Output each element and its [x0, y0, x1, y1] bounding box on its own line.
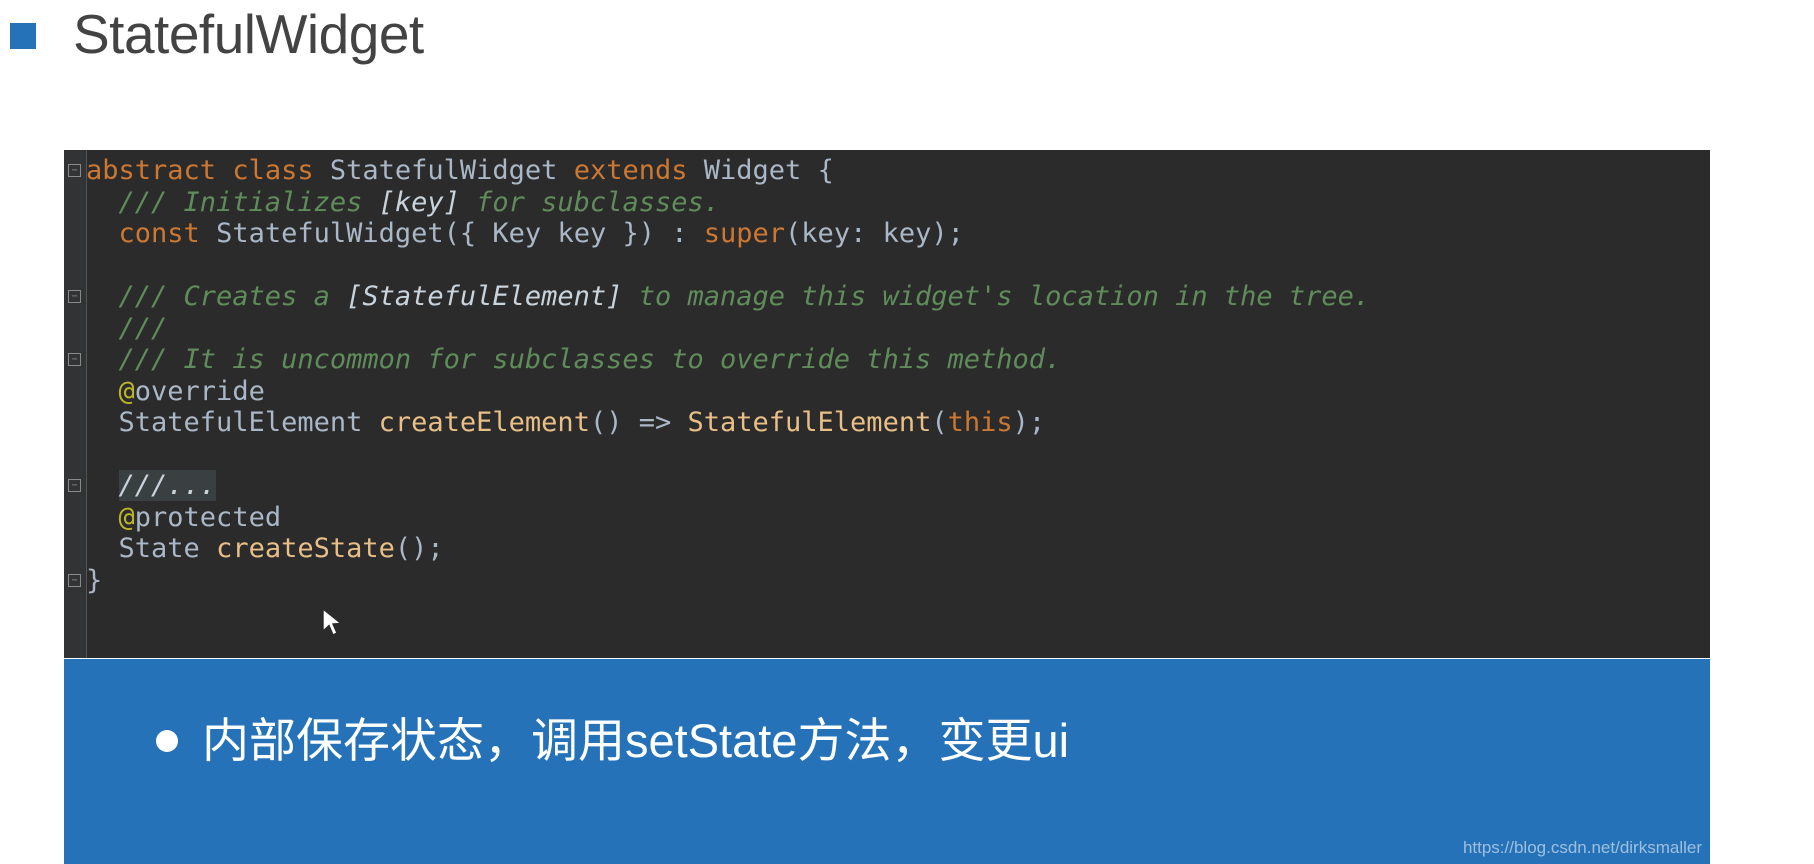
- code-token: StatefulElement: [118, 407, 363, 438]
- code-token: {: [801, 155, 834, 186]
- watermark-text: https://blog.csdn.net/dirksmaller: [1462, 838, 1702, 857]
- code-token: abstract: [86, 155, 217, 186]
- code-token: }: [86, 564, 103, 596]
- code-block[interactable]: − − − − − abstract class StatefulWidget exte…: [64, 150, 1710, 658]
- code-line: ///: [86, 313, 1710, 345]
- code-token: ({: [443, 218, 493, 249]
- code-fold-icon[interactable]: −: [68, 290, 81, 303]
- code-token: const: [118, 218, 200, 249]
- code-line: State createState();: [86, 533, 1710, 565]
- code-token: () =>: [589, 407, 688, 438]
- code-token: [StatefulElement]: [346, 281, 623, 312]
- code-line: abstract class StatefulWidget extends Wi…: [86, 155, 1710, 187]
- code-token: State: [118, 533, 200, 564]
- code-token: class: [232, 155, 314, 186]
- code-fold-icon[interactable]: −: [68, 353, 81, 366]
- code-token: ///: [86, 312, 168, 344]
- code-token: ();: [394, 533, 444, 564]
- banner-text: 内部保存状态，调用setState方法，变更ui: [202, 714, 1070, 767]
- banner-bullet-row: 内部保存状态，调用setState方法，变更ui: [156, 715, 1069, 767]
- code-token: StatefulWidget: [329, 155, 558, 186]
- code-fold-gutter[interactable]: − − − − −: [64, 150, 87, 658]
- bullet-point-icon: [156, 729, 178, 752]
- code-fold-icon[interactable]: −: [68, 479, 81, 492]
- code-fold-icon[interactable]: −: [68, 164, 81, 177]
- code-token: @: [86, 375, 135, 407]
- code-token: ///...: [118, 470, 217, 501]
- code-line: ///...: [86, 470, 1710, 502]
- code-token: (: [931, 407, 948, 438]
- code-token: );: [1012, 407, 1046, 438]
- code-token: (key: key);: [785, 218, 964, 249]
- code-token: extends: [573, 155, 688, 186]
- code-line: const StatefulWidget({ Key key }) : supe…: [86, 218, 1710, 250]
- code-token: StatefulWidget: [216, 218, 444, 249]
- title-bullet-icon: [10, 23, 36, 49]
- code-token: Key: [492, 218, 542, 249]
- code-line: StatefulElement createElement() => State…: [86, 407, 1710, 439]
- code-line: }: [86, 565, 1710, 597]
- code-token: /// It is uncommon for subclasses to ove…: [86, 344, 1062, 375]
- code-token: override: [134, 375, 265, 407]
- code-token: super: [703, 218, 786, 249]
- page-title-text: StatefulWidget: [73, 2, 424, 65]
- code-token: key }) :: [541, 218, 704, 249]
- code-token: /// Initializes: [86, 186, 379, 218]
- code-token: for subclasses.: [459, 186, 720, 218]
- code-line: @protected: [86, 502, 1710, 534]
- code-token: protected: [134, 501, 282, 533]
- code-token: /// Creates a: [86, 281, 347, 312]
- code-token: @: [86, 501, 135, 533]
- code-fold-icon[interactable]: −: [68, 573, 81, 587]
- highlight-banner: 内部保存状态，调用setState方法，变更ui https://blog.cs…: [64, 659, 1710, 864]
- code-line: /// Creates a [StatefulElement] to manag…: [86, 281, 1710, 313]
- page-title: StatefulWidget: [0, 0, 1814, 68]
- code-content[interactable]: abstract class StatefulWidget extends Wi…: [86, 150, 1710, 658]
- code-line: @override: [86, 376, 1710, 408]
- code-token: Widget: [703, 155, 802, 186]
- code-line: /// Initializes [key] for subclasses.: [86, 187, 1710, 219]
- code-token: StatefulElement: [687, 407, 932, 438]
- code-token: createElement: [378, 407, 590, 438]
- code-token: [key]: [378, 186, 460, 218]
- code-token: to manage this widget's location in the …: [622, 281, 1371, 312]
- code-token: this: [947, 407, 1013, 438]
- code-token: createState: [216, 533, 395, 564]
- code-line: /// It is uncommon for subclasses to ove…: [86, 344, 1710, 376]
